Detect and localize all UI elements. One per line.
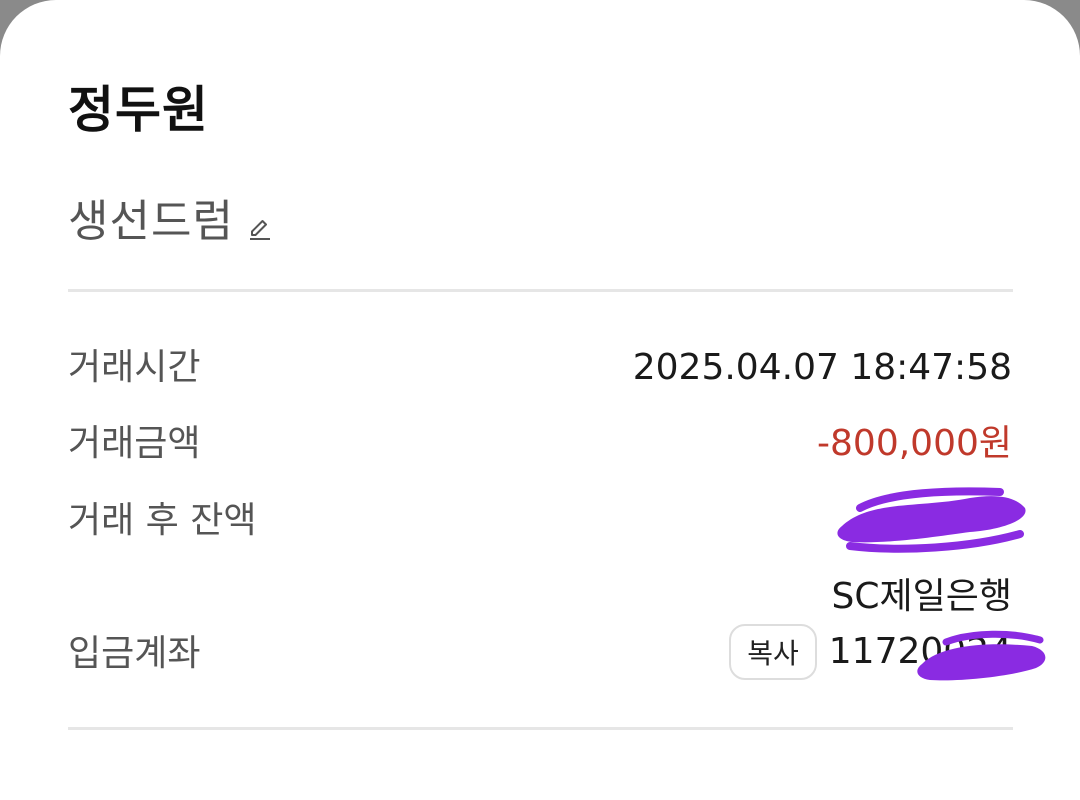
- pencil-icon[interactable]: [248, 217, 272, 241]
- account-row: 복사 11720024: [729, 624, 1012, 680]
- counterparty-name: 정두원: [68, 81, 209, 139]
- copy-button[interactable]: 복사: [729, 624, 817, 680]
- amount-value: -800,000원: [817, 423, 1012, 464]
- balance-label: 거래 후 잔액: [68, 500, 257, 541]
- memo-row[interactable]: 생선드럼: [68, 192, 272, 252]
- balance-redaction: [837, 487, 1026, 553]
- transaction-detail-sheet: 정두원 생선드럼 거래시간 2025.04.07 18:47:58 거래금액 -…: [0, 0, 1080, 800]
- divider: [68, 727, 1013, 730]
- time-label: 거래시간: [68, 347, 201, 388]
- account-number: 11720024: [828, 631, 1012, 672]
- memo-text: 생선드럼: [68, 196, 234, 247]
- time-value: 2025.04.07 18:47:58: [632, 347, 1012, 388]
- divider: [68, 289, 1013, 292]
- account-label: 입금계좌: [68, 633, 201, 674]
- bank-name: SC제일은행: [831, 576, 1012, 617]
- amount-label: 거래금액: [68, 423, 201, 464]
